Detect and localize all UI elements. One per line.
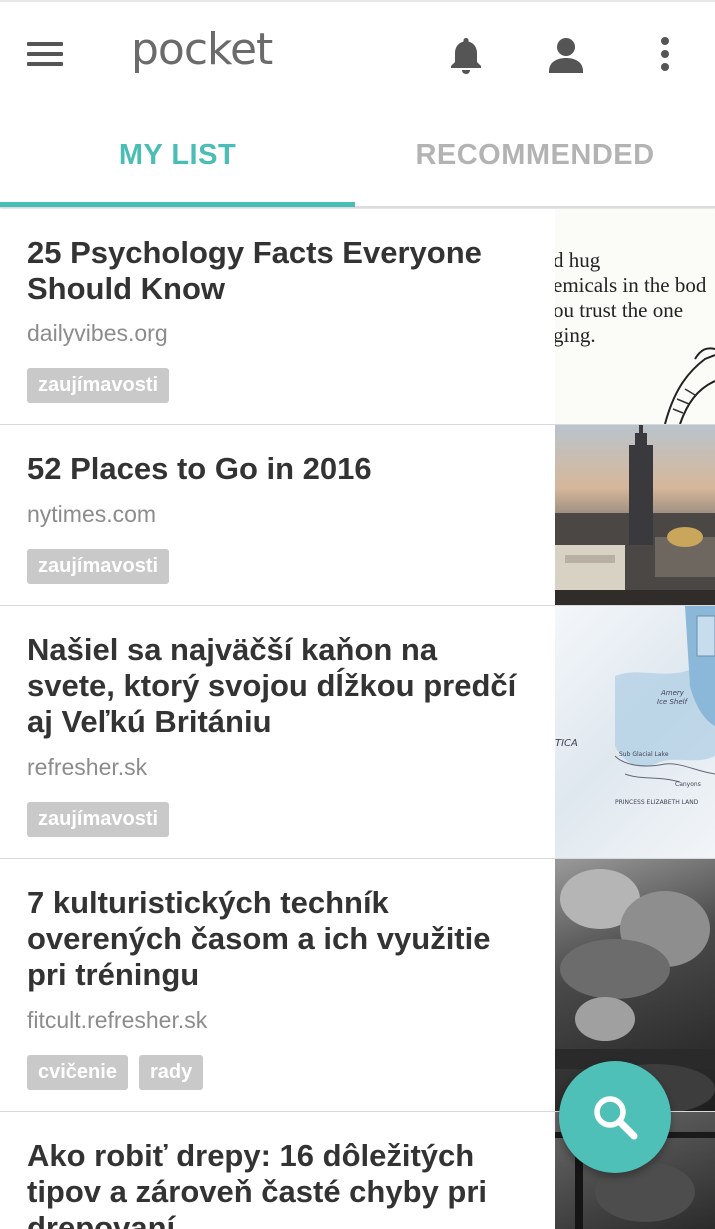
- tag[interactable]: cvičenie: [27, 1055, 128, 1090]
- thumbnail-text: d hug: [555, 248, 601, 272]
- thumbnail-text: Ice Shelf: [657, 698, 689, 706]
- article-title: Našiel sa najväčší kaňon na svete, ktorý…: [27, 632, 517, 739]
- bell-icon[interactable]: [447, 35, 485, 75]
- tag[interactable]: zaujímavosti: [27, 549, 170, 584]
- tag-row: cvičenie rady: [27, 1055, 204, 1090]
- thumbnail-text: emicals in the bod: [555, 273, 707, 297]
- tab-my-list[interactable]: MY LIST: [0, 104, 355, 206]
- article-domain: dailyvibes.org: [27, 320, 168, 346]
- tag[interactable]: zaujímavosti: [27, 368, 170, 403]
- tag-row: zaujímavosti: [27, 802, 170, 837]
- search-button[interactable]: [559, 1061, 671, 1173]
- article-title: 52 Places to Go in 2016: [27, 451, 372, 486]
- tag-row: zaujímavosti: [27, 368, 170, 403]
- tag[interactable]: zaujímavosti: [27, 802, 170, 837]
- more-vertical-icon[interactable]: [650, 35, 680, 75]
- tab-bar: MY LIST RECOMMENDED: [0, 104, 715, 208]
- tab-recommended[interactable]: RECOMMENDED: [355, 104, 715, 206]
- article-domain: nytimes.com: [27, 501, 157, 527]
- user-icon[interactable]: [547, 35, 585, 75]
- app-bar: pocket: [0, 0, 715, 104]
- article-thumbnail: [555, 425, 715, 605]
- thumbnail-text: Sub Glacial Lake: [619, 751, 669, 758]
- article-title: Ako robiť drepy: 16 dôležitých tipov a z…: [27, 1138, 488, 1229]
- article-title: 25 Psychology Facts Everyone Should Know: [27, 235, 482, 306]
- pocket-logo: pocket: [131, 24, 273, 75]
- article-title: 7 kulturistických techník overených časo…: [27, 885, 491, 992]
- thumbnail-text: TICA: [555, 738, 578, 749]
- thumbnail-text: Amery: [660, 689, 685, 697]
- search-icon: [594, 1096, 638, 1140]
- thumbnail-text: PRINCESS ELIZABETH LAND: [615, 799, 699, 806]
- tag-row: zaujímavosti: [27, 549, 170, 584]
- thumbnail-text: ou trust the one: [555, 298, 683, 322]
- thumbnail-text: ging.: [555, 323, 596, 347]
- article-domain: refresher.sk: [27, 754, 148, 780]
- list-item[interactable]: 25 Psychology Facts Everyone Should Know…: [0, 209, 715, 425]
- active-tab-indicator: [0, 202, 355, 207]
- list-item[interactable]: 52 Places to Go in 2016 nytimes.com zauj…: [0, 425, 715, 606]
- article-thumbnail: Amery Ice Shelf TICA Sub Glacial Lake Ca…: [555, 606, 715, 858]
- hamburger-menu-icon[interactable]: [27, 40, 63, 68]
- article-domain: fitcult.refresher.sk: [27, 1007, 208, 1033]
- list-item[interactable]: Našiel sa najväčší kaňon na svete, ktorý…: [0, 606, 715, 859]
- tag[interactable]: rady: [138, 1055, 204, 1090]
- thumbnail-text: Canyons: [675, 781, 701, 788]
- article-thumbnail: d hug emicals in the bod ou trust the on…: [555, 209, 715, 424]
